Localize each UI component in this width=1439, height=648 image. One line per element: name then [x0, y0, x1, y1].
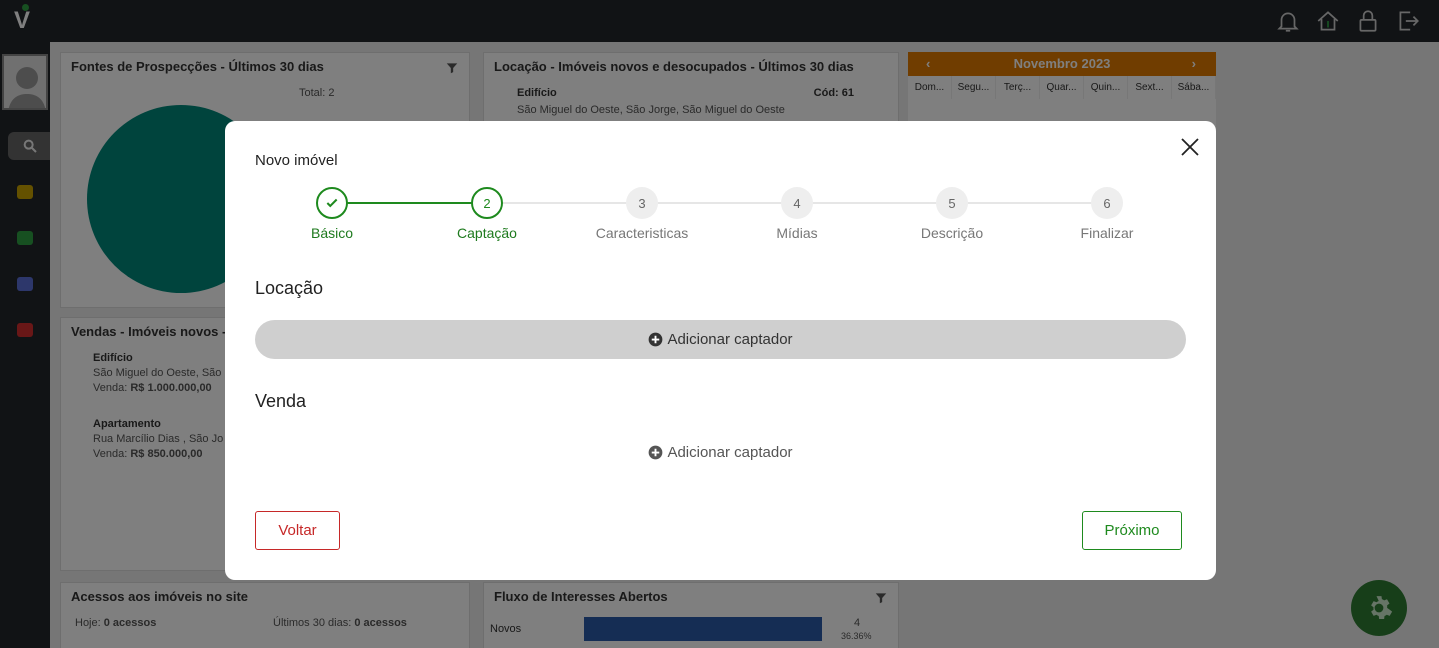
step-label: Básico: [310, 225, 354, 241]
step-circle: 6: [1091, 187, 1123, 219]
step-circle: 4: [781, 187, 813, 219]
plus-circle-icon: [649, 332, 663, 347]
section-sale-title: Venda: [255, 391, 307, 411]
close-icon[interactable]: [1180, 137, 1200, 157]
add-captador-label: Adicionar captador: [667, 331, 793, 348]
step-label: Finalizar: [1080, 225, 1134, 241]
step-label: Descrição: [920, 225, 984, 241]
step-circle: 3: [626, 187, 658, 219]
add-captador-sale-button[interactable]: Adicionar captador: [255, 433, 1186, 472]
step-circle: [316, 187, 348, 219]
step-circle: 2: [471, 187, 503, 219]
modal-title: Novo imóvel: [255, 152, 338, 169]
add-captador-label: Adicionar captador: [667, 444, 793, 461]
step-circle: 5: [936, 187, 968, 219]
check-icon: [326, 198, 338, 208]
wizard-stepper: Básico 2 Captação 3 Caracteristicas 4 Mí…: [255, 187, 1185, 247]
step-midias[interactable]: 4 Mídias: [747, 187, 847, 241]
step-captacao[interactable]: 2 Captação: [437, 187, 537, 241]
back-button[interactable]: Voltar: [255, 511, 340, 550]
step-label: Mídias: [776, 225, 818, 241]
step-caracteristicas[interactable]: 3 Caracteristicas: [592, 187, 692, 241]
step-basico[interactable]: Básico: [282, 187, 382, 241]
step-finalizar[interactable]: 6 Finalizar: [1057, 187, 1157, 241]
next-button[interactable]: Próximo: [1082, 511, 1182, 550]
add-captador-rental-button[interactable]: Adicionar captador: [255, 320, 1186, 359]
new-property-modal: Novo imóvel Básico 2 Captação 3 Caracter…: [225, 121, 1216, 580]
step-label: Captação: [457, 225, 517, 241]
section-rental-title: Locação: [255, 278, 324, 298]
step-descricao[interactable]: 5 Descrição: [902, 187, 1002, 241]
plus-circle-icon: [649, 445, 663, 460]
step-label: Caracteristicas: [595, 225, 689, 241]
